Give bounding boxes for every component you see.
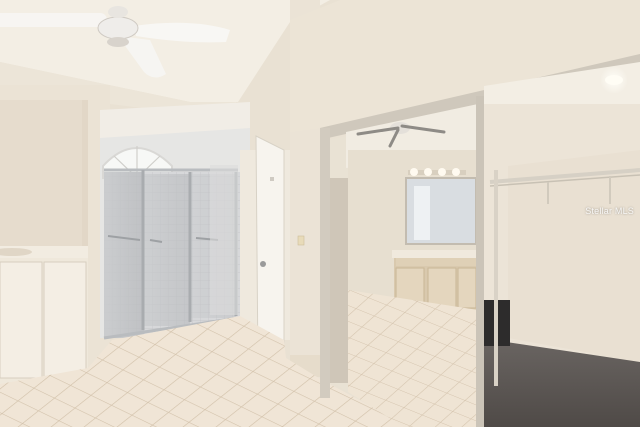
shower-enclosure-icon	[103, 165, 240, 340]
mirror-reflection	[330, 104, 478, 427]
walk-in-closet	[480, 62, 640, 427]
stellar-mls-watermark: Stellar MLS	[585, 206, 634, 216]
bathroom-photo: Stellar MLS	[0, 0, 640, 427]
left-vanity	[0, 246, 88, 384]
